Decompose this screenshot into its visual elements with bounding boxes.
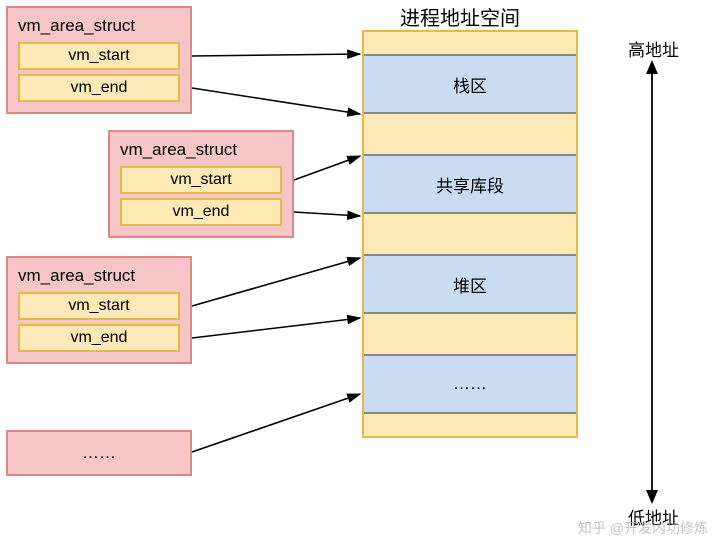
vm-end-field: vm_end: [18, 74, 180, 102]
address-space-column: 栈区 共享库段 堆区 ……: [362, 30, 578, 438]
address-space-title: 进程地址空间: [400, 2, 520, 31]
arrow-vm-end-stack: [192, 88, 360, 114]
arrowhead-up-icon: [646, 60, 658, 74]
vma-struct-title: vm_area_struct: [120, 140, 282, 160]
arrow-ellipsis: [192, 394, 360, 452]
arrow-vm-start-stack: [192, 54, 360, 56]
gap-segment: [364, 314, 576, 354]
vm-start-field: vm_start: [18, 42, 180, 70]
heap-segment: 堆区: [364, 254, 576, 314]
vm-start-field: vm_start: [18, 292, 180, 320]
vm-end-field: vm_end: [18, 324, 180, 352]
high-address-label: 高地址: [628, 36, 679, 61]
arrow-vm-end-heap: [192, 318, 360, 338]
vma-struct-heap: vm_area_struct vm_start vm_end: [6, 256, 192, 364]
vma-ellipsis-box: ……: [6, 430, 192, 476]
vma-struct-stack: vm_area_struct vm_start vm_end: [6, 6, 192, 114]
arrow-vm-end-shared: [294, 212, 360, 216]
stack-segment: 栈区: [364, 54, 576, 114]
arrow-vm-start-heap: [192, 258, 360, 306]
vm-start-field: vm_start: [120, 166, 282, 194]
arrowhead-down-icon: [646, 490, 658, 504]
gap-segment: [364, 214, 576, 254]
vma-struct-title: vm_area_struct: [18, 266, 180, 286]
arrow-vm-start-shared: [294, 156, 360, 180]
watermark-text: 知乎 @开发内功修炼: [578, 518, 708, 538]
gap-segment: [364, 414, 576, 436]
shared-lib-segment: 共享库段: [364, 154, 576, 214]
vma-struct-shared: vm_area_struct vm_start vm_end: [108, 130, 294, 238]
vma-struct-title: vm_area_struct: [18, 16, 180, 36]
ellipsis-segment: ……: [364, 354, 576, 414]
gap-segment: [364, 114, 576, 154]
vm-end-field: vm_end: [120, 198, 282, 226]
gap-segment: [364, 32, 576, 54]
